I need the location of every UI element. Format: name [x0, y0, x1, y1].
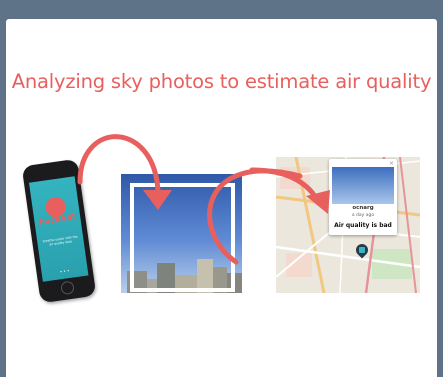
page-frame: Analyzing sky photos to estimate air qua…: [0, 0, 443, 377]
flow-arrows: [77, 134, 330, 265]
